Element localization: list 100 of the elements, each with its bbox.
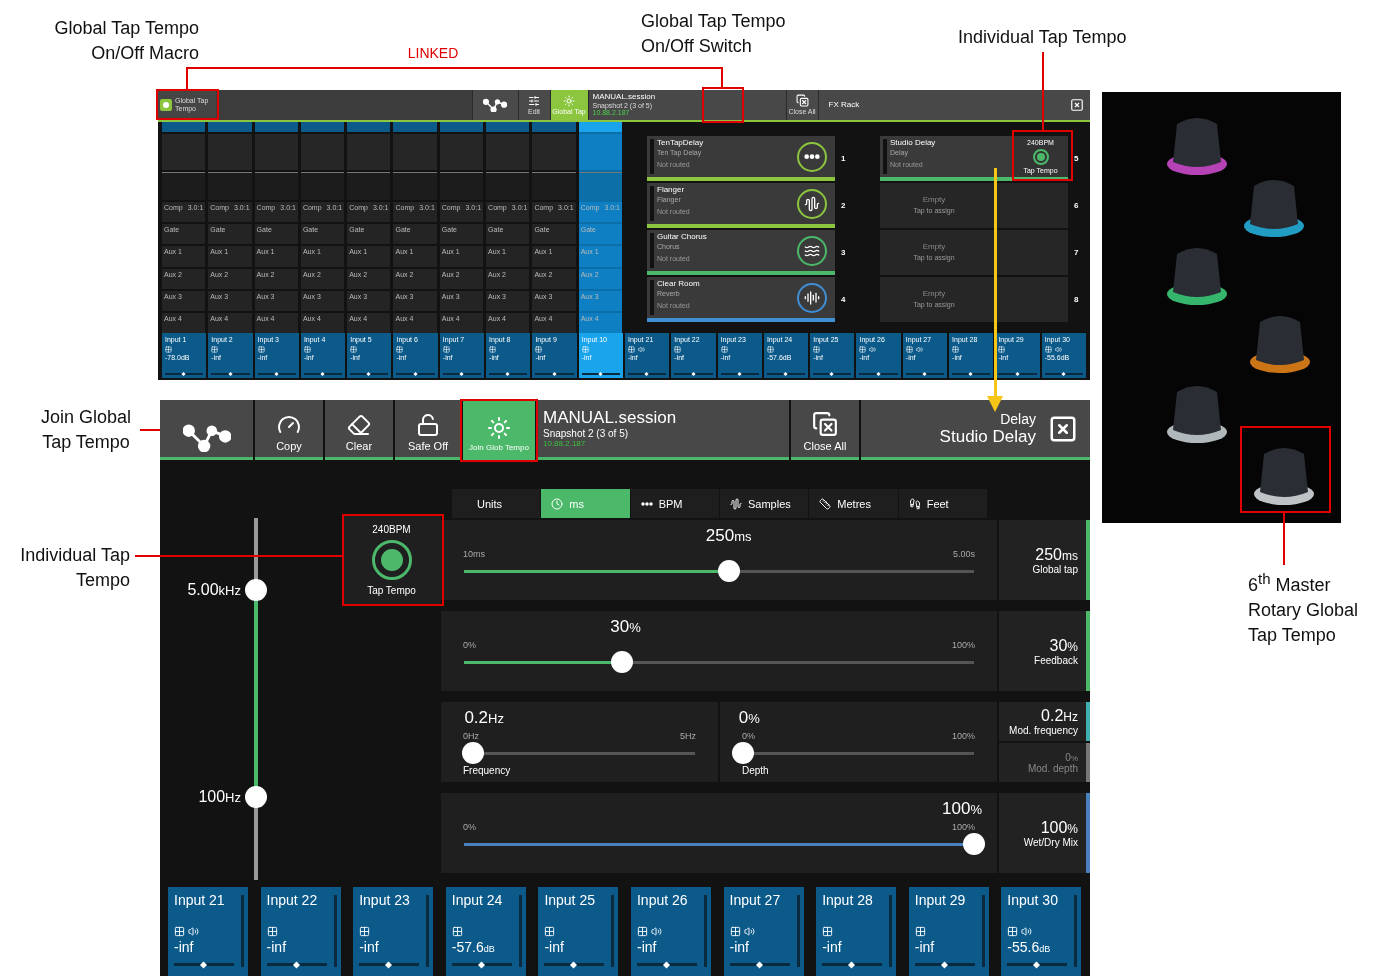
- grid-icon: [211, 345, 219, 353]
- rack-title: FX Rack: [828, 100, 860, 110]
- eraser-icon: [347, 413, 371, 437]
- range-min: 0%: [742, 731, 755, 742]
- close-icon[interactable]: [1070, 98, 1084, 112]
- toolbar-button[interactable]: Clear: [325, 400, 393, 460]
- routing-button[interactable]: [160, 400, 253, 460]
- unit-tab[interactable]: BPM: [630, 489, 719, 518]
- level-meter: [1074, 895, 1078, 967]
- level-meter: [981, 895, 985, 967]
- grid-icon: [766, 345, 774, 353]
- strip-header: [208, 122, 252, 132]
- input-tile[interactable]: Input 22 -inf: [260, 887, 341, 976]
- eq-display: [254, 172, 298, 200]
- effect-name: Studio Delay: [939, 426, 1036, 447]
- input-tile[interactable]: Input 23 -inf: [353, 887, 434, 976]
- empty-label: Empty: [922, 290, 946, 300]
- strip-header: [578, 122, 622, 132]
- input-tile[interactable]: Input 28 -inf: [816, 887, 897, 976]
- callout-text: Individual Tap Tempo: [958, 26, 1127, 49]
- slot-number: 8: [1074, 295, 1079, 304]
- filter-value: 100Hz: [198, 787, 241, 806]
- sun-icon: [487, 416, 511, 440]
- session-name: MANUAL.session: [592, 92, 657, 102]
- level-meter: [426, 895, 430, 967]
- tap-tempo-button[interactable]: 240BPM Tap Tempo: [342, 515, 441, 605]
- eq-display: [486, 172, 530, 200]
- level-meter: [241, 895, 244, 967]
- callout-text: Join Global Tap Tempo: [40, 406, 132, 455]
- input-tile[interactable]: Input 25 -inf: [538, 887, 619, 976]
- grid-icon: [535, 345, 543, 353]
- slider-thumb[interactable]: [732, 742, 754, 765]
- input-tile[interactable]: Input 24 -57.6dB: [445, 887, 526, 976]
- grid-icon: [1007, 926, 1019, 938]
- toolbar-button[interactable]: Copy: [255, 400, 323, 460]
- slider-thumb[interactable]: [245, 785, 267, 808]
- range-max: 100%: [951, 640, 975, 651]
- slider-thumb[interactable]: [963, 833, 985, 856]
- level-meter: [796, 895, 800, 967]
- fader: [359, 963, 420, 967]
- grid-icon: [165, 345, 172, 353]
- slot-number: 7: [1074, 248, 1079, 257]
- level-meter: [889, 895, 893, 967]
- slider-thumb[interactable]: [462, 742, 485, 765]
- fader: [1007, 963, 1068, 967]
- range-min: 0Hz: [463, 731, 479, 742]
- unit-tab[interactable]: Metres: [809, 489, 898, 518]
- input-tile[interactable]: Input 27 -inf: [723, 887, 804, 976]
- slot-number: 5: [1074, 154, 1079, 163]
- ruler-icon: [819, 497, 832, 510]
- fader: [266, 963, 327, 967]
- toolbar-button[interactable]: Safe Off: [395, 400, 461, 460]
- input-tile[interactable]: Input 26 -inf: [630, 887, 711, 976]
- fader: [174, 963, 234, 967]
- fader: [451, 963, 512, 967]
- slot-number: 6: [1074, 201, 1079, 210]
- leader-line: [1283, 513, 1285, 565]
- effect-name: TenTapDelay: [657, 139, 705, 148]
- fader: [544, 963, 605, 967]
- effect-name: Guitar Chorus: [657, 233, 708, 242]
- footprints-icon: [908, 497, 921, 510]
- grid-icon: [905, 345, 913, 353]
- eq-display: [347, 172, 391, 200]
- routing-button[interactable]: [471, 90, 518, 120]
- parameter-readout: 250ms Global tap: [999, 520, 1090, 600]
- parameter-label: Depth: [741, 765, 769, 777]
- highlight-frame: [1012, 130, 1073, 181]
- grid-icon: [1044, 345, 1052, 353]
- parameter-value: 0%: [738, 708, 760, 728]
- input-tile[interactable]: Input 21 -inf: [168, 887, 248, 976]
- slider-thumb[interactable]: [611, 651, 634, 674]
- input-tile[interactable]: Input 30 -55.6dB: [1001, 887, 1082, 976]
- range-max: 5Hz: [680, 731, 696, 742]
- filter-value: 5.00kHz: [187, 581, 241, 600]
- grid-icon: [674, 345, 682, 353]
- unit-tab[interactable]: Feet: [898, 489, 987, 518]
- highlight-frame: [156, 89, 219, 120]
- sun-icon: [563, 94, 575, 107]
- slider-thumb[interactable]: [245, 579, 267, 602]
- range-min: 0%: [463, 822, 476, 833]
- grid-icon: [581, 345, 589, 353]
- input-tile[interactable]: Input 29 -inf: [908, 887, 989, 976]
- level-meter: [611, 895, 615, 967]
- strip-header: [532, 122, 576, 132]
- ip-address: 10.88.2.187: [543, 439, 587, 449]
- strip-header: [486, 122, 530, 132]
- audio-lines-icon: [804, 289, 820, 306]
- parameter-label: Frequency: [462, 765, 511, 777]
- clock-icon: [551, 497, 564, 510]
- close-all-button[interactable]: Close All: [791, 400, 859, 460]
- eq-display: [162, 172, 206, 200]
- grid-icon: [822, 926, 834, 938]
- grid-icon: [544, 926, 556, 938]
- highlight-frame: [702, 87, 744, 123]
- unit-tab[interactable]: Samples: [720, 489, 809, 518]
- effect-type: Delay: [1000, 410, 1036, 427]
- level-meter: [703, 895, 707, 967]
- slider-thumb[interactable]: [718, 560, 741, 583]
- grid-icon: [442, 345, 450, 353]
- effect-name: Clear Room: [657, 280, 701, 289]
